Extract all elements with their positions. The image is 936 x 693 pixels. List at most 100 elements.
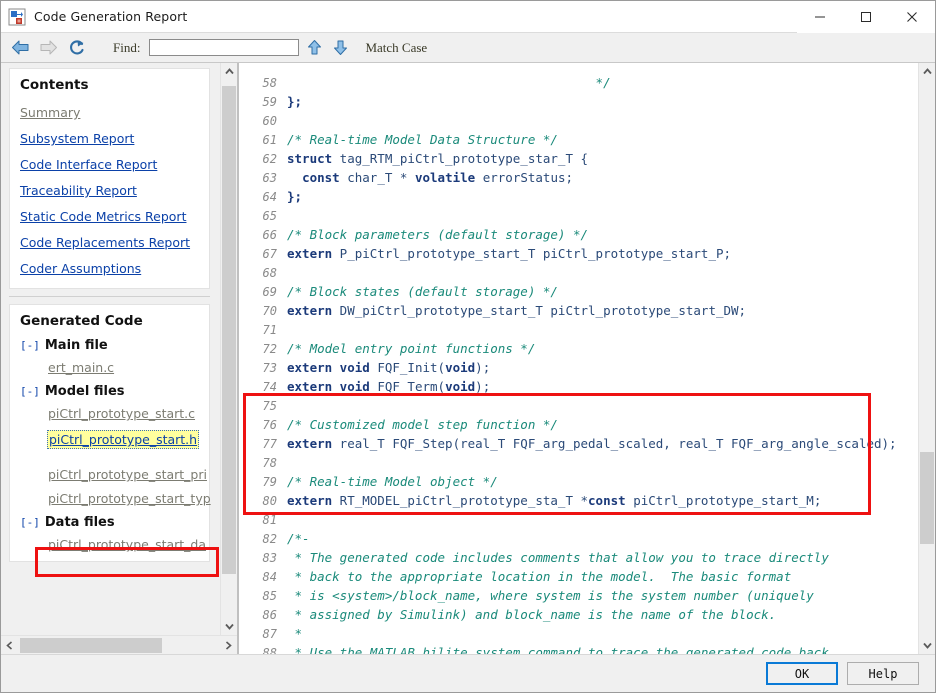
line-number: 60 — [262, 114, 277, 128]
code-token: P_piCtrl_prototype_start_T piCtrl_protot… — [332, 246, 732, 261]
sidebar-scroll-thumb[interactable] — [222, 86, 236, 574]
code-scroll-track[interactable] — [919, 80, 935, 637]
collapse-toggle-icon[interactable]: [-] — [20, 516, 40, 529]
sidebar-item-subsystem-report[interactable]: Subsystem Report — [20, 131, 199, 146]
code-line: 78 — [239, 453, 918, 472]
back-arrow-icon[interactable] — [7, 36, 33, 60]
code-token: */ — [287, 75, 611, 90]
file-link-pictrl-prototype-start-h[interactable]: piCtrl_prototype_start.h — [47, 430, 200, 449]
code-token: FQF_Term( — [369, 379, 446, 394]
group-header-model-files[interactable]: [-] Model files — [20, 384, 199, 399]
help-button[interactable]: Help — [847, 662, 919, 685]
sidebar-hscroll-track[interactable] — [18, 636, 220, 655]
code-line: 58 */ — [239, 73, 918, 92]
sidebar-horizontal-scrollbar[interactable] — [1, 635, 237, 654]
code-token: extern void — [287, 379, 370, 394]
line-number: 84 — [262, 570, 277, 584]
code-token: tag_RTM_piCtrl_prototype_star_T { — [332, 151, 589, 166]
code-token: * The generated code includes comments t… — [287, 550, 829, 565]
group-header-data-files[interactable]: [-] Data files — [20, 515, 199, 530]
line-number: 85 — [262, 589, 277, 603]
sidebar-item-code-interface-report[interactable]: Code Interface Report — [20, 157, 199, 172]
group-header-main-file[interactable]: [-] Main file — [20, 338, 199, 353]
code-line: 67 extern P_piCtrl_prototype_start_T piCt… — [239, 244, 918, 263]
file-link-ert-main-c[interactable]: ert_main.c — [48, 360, 199, 375]
collapse-toggle-icon[interactable]: [-] — [20, 385, 40, 398]
line-number: 66 — [262, 228, 277, 242]
chevron-up-icon[interactable] — [919, 63, 935, 80]
generated-code-group-model-files: [-] Model files piCtrl_prototype_start.c… — [20, 384, 211, 506]
code-line: 83 * The generated code includes comment… — [239, 548, 918, 567]
code-token: extern — [287, 493, 333, 508]
chevron-down-icon[interactable] — [221, 618, 237, 635]
line-number: 65 — [262, 209, 277, 223]
file-link-pictrl-prototype-start-types[interactable]: piCtrl_prototype_start_typ — [48, 491, 211, 506]
line-number: 69 — [262, 285, 277, 299]
sidebar-item-static-code-metrics-report[interactable]: Static Code Metrics Report — [20, 209, 199, 224]
code-line: 68 — [239, 263, 918, 282]
sidebar-divider — [9, 296, 210, 297]
group-label-data-files: Data files — [44, 515, 115, 530]
code-line: 81 — [239, 510, 918, 529]
code-vertical-scrollbar[interactable] — [918, 63, 935, 654]
refresh-icon[interactable] — [63, 36, 89, 60]
sidebar-item-summary[interactable]: Summary — [20, 105, 199, 120]
code-token: piCtrl_prototype_start_M; — [625, 493, 822, 508]
line-number: 78 — [262, 456, 277, 470]
sidebar-scroll-track[interactable] — [221, 80, 237, 618]
ok-button[interactable]: OK — [766, 662, 838, 685]
line-number: 81 — [262, 513, 277, 527]
code-line: 79 /* Real-time Model object */ — [239, 472, 918, 491]
line-number: 63 — [262, 171, 277, 185]
contents-panel: Contents Summary Subsystem Report Code I… — [9, 68, 210, 289]
code-token: volatile — [414, 170, 476, 185]
code-line: 63 const char_T * volatile errorStatus; — [239, 168, 918, 187]
code-text-area[interactable]: 58 */59}; 60 61/* Real-time Model Data Str… — [239, 63, 918, 654]
match-case-label[interactable]: Match Case — [365, 40, 427, 56]
generated-code-group-main-file: [-] Main file ert_main.c — [20, 338, 199, 375]
current-file-wrapper: piCtrl_prototype_start.h — [20, 430, 200, 458]
chevron-right-icon[interactable] — [220, 636, 237, 655]
minimize-icon[interactable] — [797, 0, 843, 33]
close-icon[interactable] — [889, 0, 935, 33]
maximize-icon[interactable] — [843, 0, 889, 33]
sidebar-vertical-scrollbar[interactable] — [220, 63, 237, 635]
code-token: extern — [287, 303, 333, 318]
file-link-pictrl-prototype-start-c[interactable]: piCtrl_prototype_start.c — [48, 406, 199, 421]
file-link-pictrl-prototype-start-private[interactable]: piCtrl_prototype_start_pri — [48, 467, 207, 482]
code-line: 75 — [239, 396, 918, 415]
line-number: 70 — [262, 304, 277, 318]
line-number: 79 — [262, 475, 277, 489]
find-up-arrow-icon[interactable] — [303, 36, 325, 60]
file-link-pictrl-prototype-start-data[interactable]: piCtrl_prototype_start_da — [48, 537, 206, 552]
find-input[interactable] — [149, 39, 300, 56]
code-token: FQF_Init( — [369, 360, 446, 375]
collapse-toggle-icon[interactable]: [-] — [20, 339, 40, 352]
sidebar-item-code-replacements-report[interactable]: Code Replacements Report — [20, 235, 199, 250]
chevron-left-icon[interactable] — [1, 636, 18, 655]
code-token: ); — [475, 379, 491, 394]
code-token: real_T FQF_Step(real_T FQF_arg_pedal_sca… — [332, 436, 897, 451]
chevron-up-icon[interactable] — [221, 63, 237, 80]
forward-arrow-icon — [35, 36, 61, 60]
line-number: 77 — [262, 437, 277, 451]
code-line: 70 extern DW_piCtrl_prototype_start_T piC… — [239, 301, 918, 320]
find-down-arrow-icon[interactable] — [329, 36, 351, 60]
sidebar-hscroll-thumb[interactable] — [20, 637, 162, 653]
sidebar-item-traceability-report[interactable]: Traceability Report — [20, 183, 199, 198]
contents-title: Contents — [20, 77, 89, 93]
code-line: 66 /* Block parameters (default storage) … — [239, 225, 918, 244]
chevron-down-icon[interactable] — [919, 637, 935, 654]
code-token: const — [302, 170, 340, 185]
code-token: /*- — [287, 531, 310, 546]
sidebar-item-coder-assumptions: Coder Assumptions — [20, 261, 142, 276]
sidebar-panel: Contents Summary Subsystem Report Code I… — [1, 63, 238, 654]
code-viewer: 58 */59}; 60 61/* Real-time Model Data Str… — [238, 63, 935, 654]
line-number: 72 — [262, 342, 277, 356]
code-token: errorStatus; — [475, 170, 574, 185]
code-token: }; — [287, 189, 303, 204]
code-scroll-thumb[interactable] — [920, 452, 934, 544]
code-token: * assigned by Simulink) and block_name i… — [287, 607, 777, 622]
line-number: 71 — [262, 323, 277, 337]
